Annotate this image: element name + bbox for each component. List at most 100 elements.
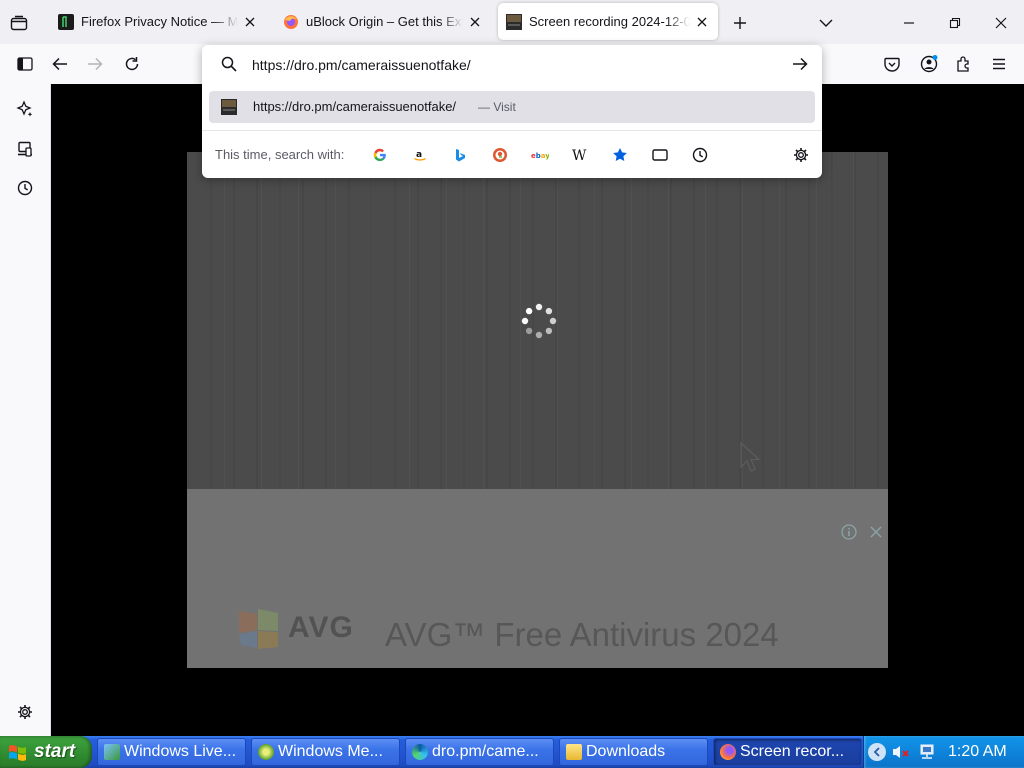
video-player[interactable] xyxy=(187,152,888,489)
windows-taskbar: start Windows Live... Windows Me... dro.… xyxy=(0,736,1024,768)
account-button[interactable] xyxy=(918,53,940,75)
amazon-engine-button[interactable]: a xyxy=(407,142,433,168)
minimize-icon xyxy=(904,22,914,24)
reload-button[interactable] xyxy=(121,53,143,75)
firefox-view-button[interactable] xyxy=(8,12,30,34)
restore-button[interactable] xyxy=(944,12,966,34)
forward-arrow-icon xyxy=(88,57,103,71)
tab-screen-recording[interactable]: Screen recording 2024-12-08 12 xyxy=(498,3,718,40)
history-clock-icon xyxy=(17,180,33,196)
firefox-favicon-icon xyxy=(283,14,299,30)
pocket-button[interactable] xyxy=(881,53,903,75)
synced-tabs-icon xyxy=(18,141,32,157)
sidebar-icon xyxy=(17,57,33,71)
bookmarks-star-icon xyxy=(613,148,627,161)
forward-button[interactable] xyxy=(84,53,106,75)
avg-logo-icon xyxy=(239,609,278,649)
sparkle-icon xyxy=(16,100,33,117)
tab-privacy-notice[interactable]: Firefox Privacy Notice — Mozilla xyxy=(50,3,266,40)
firefox-view-icon xyxy=(10,15,28,31)
url-suggestion-row[interactable]: https://dro.pm/cameraissuenotfake/ — Vis… xyxy=(209,91,815,123)
reload-icon xyxy=(125,57,139,71)
tab-title: uBlock Origin – Get this Extension xyxy=(306,14,463,29)
sidebar-history-button[interactable] xyxy=(14,177,36,199)
taskbar-item-windows-live[interactable]: Windows Live... xyxy=(97,738,246,766)
video-favicon-icon xyxy=(506,13,522,30)
back-button[interactable] xyxy=(49,53,71,75)
tab-close-icon[interactable] xyxy=(467,14,483,30)
tab-title: Firefox Privacy Notice — Mozilla xyxy=(81,14,238,29)
google-engine-button[interactable] xyxy=(367,142,393,168)
sidebar-settings-button[interactable] xyxy=(14,701,36,723)
close-icon xyxy=(995,17,1007,29)
clock: 1:20 AM xyxy=(948,743,1007,760)
history-engine-button[interactable] xyxy=(687,142,713,168)
network-icon[interactable] xyxy=(918,744,936,760)
go-arrow-icon[interactable] xyxy=(792,57,808,71)
taskbar-item-downloads[interactable]: Downloads xyxy=(559,738,708,766)
sidebar-synced-tabs-button[interactable] xyxy=(14,138,36,160)
url-input[interactable] xyxy=(252,54,752,76)
google-icon xyxy=(373,148,386,162)
taskbar-item-screen-recording[interactable]: Screen recor... xyxy=(713,738,862,766)
close-window-button[interactable] xyxy=(990,12,1012,34)
duckduckgo-icon xyxy=(493,148,507,162)
system-tray: 1:20 AM xyxy=(863,736,1024,768)
suggestion-action: — Visit xyxy=(478,100,516,114)
ebay-icon: ebay xyxy=(531,152,549,160)
search-settings-button[interactable] xyxy=(788,142,814,168)
urlbar-dropdown: https://dro.pm/cameraissuenotfake/ — Vis… xyxy=(202,45,822,178)
minimize-button[interactable] xyxy=(898,12,920,34)
amazon-icon: a xyxy=(414,150,426,161)
new-tab-button[interactable] xyxy=(729,12,751,34)
start-label: start xyxy=(34,741,76,762)
bing-icon xyxy=(456,149,465,162)
app-menu-button[interactable] xyxy=(988,53,1010,75)
tab-close-icon[interactable] xyxy=(694,14,710,30)
ad-close-icon[interactable] xyxy=(870,526,882,538)
gear-icon xyxy=(794,148,808,162)
duckduckgo-engine-button[interactable] xyxy=(487,142,513,168)
pocket-icon xyxy=(884,57,900,72)
svg-text:W: W xyxy=(572,148,587,162)
taskbar-item-label: Windows Live... xyxy=(124,743,237,760)
sidebar-toggle-button[interactable] xyxy=(14,53,36,75)
tray-expand-button[interactable] xyxy=(868,743,886,761)
windows-logo-icon xyxy=(9,745,26,761)
tab-title: Screen recording 2024-12-08 12 xyxy=(529,14,690,29)
folder-icon xyxy=(566,744,582,760)
tab-close-icon[interactable] xyxy=(242,14,258,30)
extensions-button[interactable] xyxy=(953,53,975,75)
bookmarks-engine-button[interactable] xyxy=(607,142,633,168)
tabs-engine-button[interactable] xyxy=(647,142,673,168)
volume-muted-icon[interactable] xyxy=(892,744,910,760)
plus-icon xyxy=(734,17,746,29)
taskbar-item-edge[interactable]: dro.pm/came... xyxy=(405,738,554,766)
firefox-icon xyxy=(720,744,736,760)
gear-icon xyxy=(18,705,32,719)
mozilla-favicon-icon xyxy=(58,13,74,30)
list-all-tabs-button[interactable] xyxy=(815,12,837,34)
suggestion-url: https://dro.pm/cameraissuenotfake/ xyxy=(253,99,457,114)
edge-icon xyxy=(412,744,428,760)
taskbar-item-label: Screen recor... xyxy=(740,743,845,760)
svg-text:ebay: ebay xyxy=(531,152,549,160)
restore-icon xyxy=(949,17,961,29)
media-player-icon xyxy=(258,744,274,760)
advertisement-banner[interactable]: AVG AVG™ Free Antivirus 2024 xyxy=(187,489,888,668)
ad-info-icon[interactable] xyxy=(841,524,857,540)
ebay-engine-button[interactable]: ebay xyxy=(527,142,553,168)
sidebar xyxy=(0,84,51,736)
wikipedia-engine-button[interactable]: W xyxy=(567,142,593,168)
sidebar-ai-chatbot-button[interactable] xyxy=(14,98,36,120)
taskbar-item-label: Downloads xyxy=(586,743,666,760)
tab-ublock-origin[interactable]: uBlock Origin – Get this Extension xyxy=(275,3,491,40)
bing-engine-button[interactable] xyxy=(447,142,473,168)
page-content: AVG AVG™ Free Antivirus 2024 xyxy=(51,84,1024,736)
wikipedia-icon: W xyxy=(572,148,587,162)
puzzle-icon xyxy=(957,56,969,72)
taskbar-item-windows-media[interactable]: Windows Me... xyxy=(251,738,400,766)
tabs-icon xyxy=(652,149,668,161)
search-with-label: This time, search with: xyxy=(215,147,345,162)
start-button[interactable]: start xyxy=(0,736,92,768)
